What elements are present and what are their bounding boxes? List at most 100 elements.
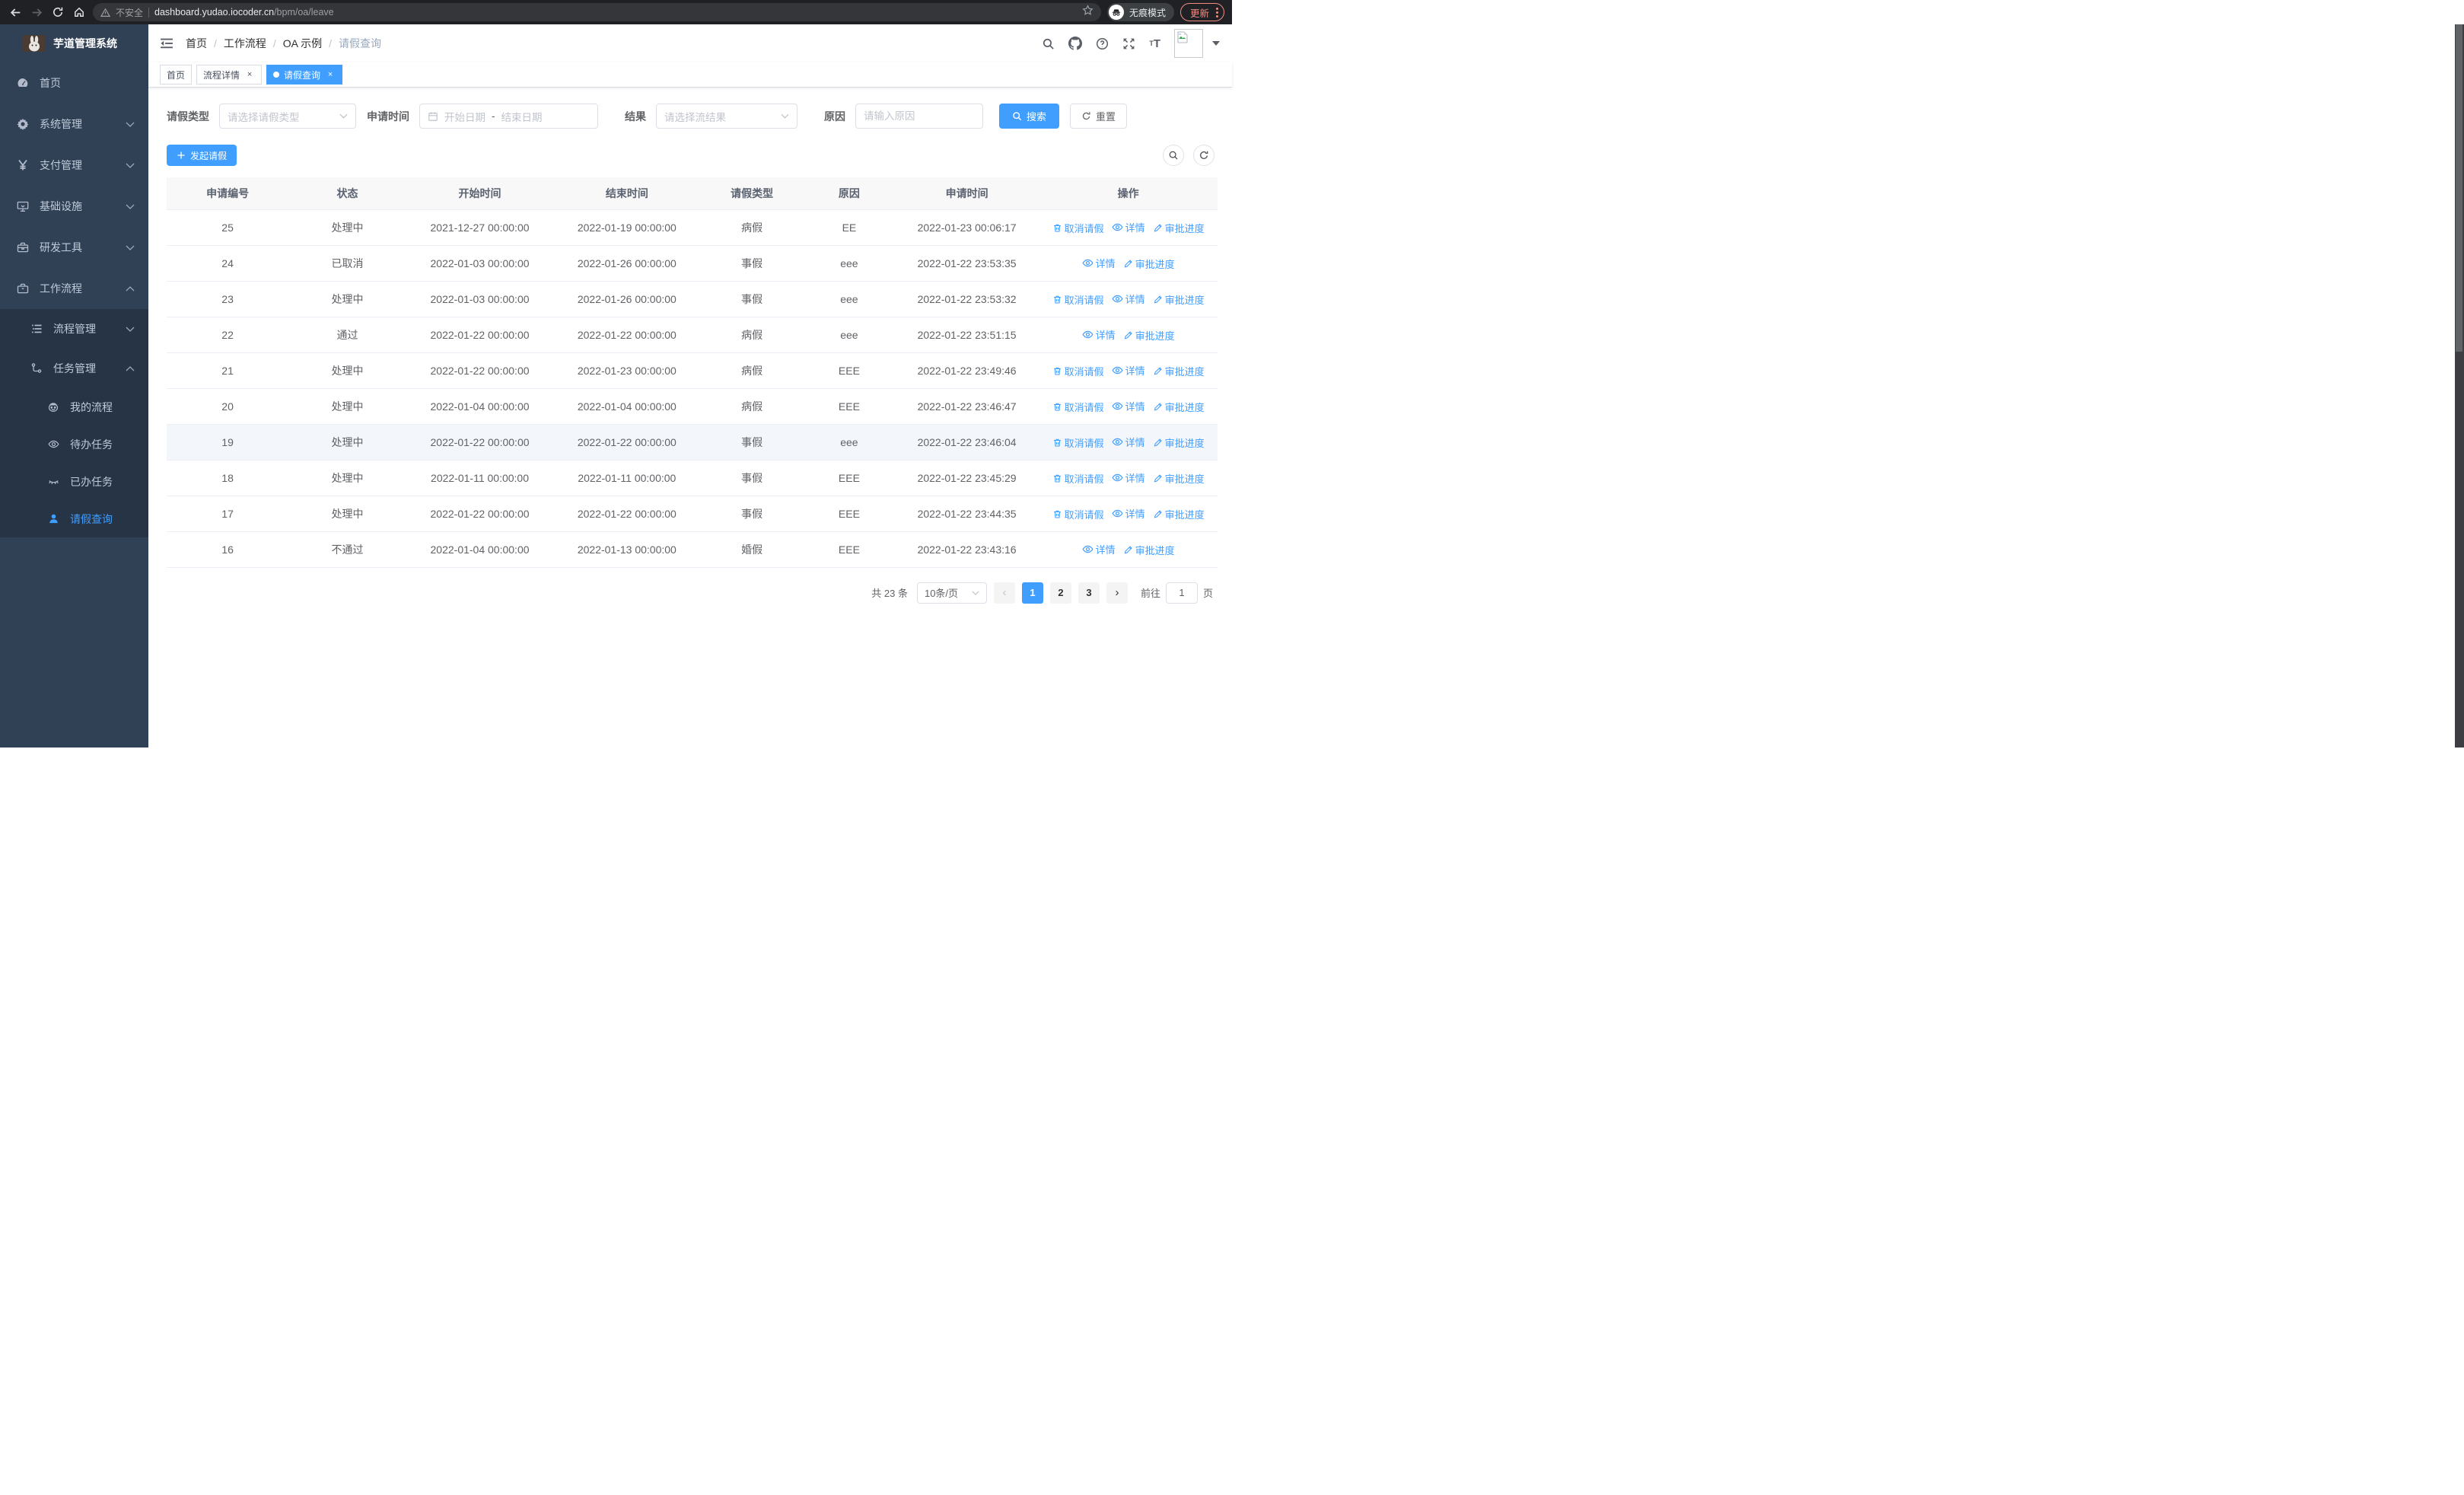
reset-button[interactable]: 重置	[1070, 104, 1128, 129]
leave-type-select[interactable]: 请选择请假类型	[219, 104, 356, 129]
url-text[interactable]: dashboard.yudao.iocoder.cn/bpm/oa/leave	[154, 7, 334, 18]
progress-link[interactable]: 审批进度	[1153, 435, 1205, 450]
breadcrumb-oa[interactable]: OA 示例	[283, 36, 322, 51]
cancel-link[interactable]: 取消请假	[1052, 364, 1104, 378]
browser-update-menu[interactable]: 更新	[1179, 3, 1224, 21]
trash-icon	[1052, 223, 1062, 233]
detail-link[interactable]: 详情	[1111, 292, 1145, 306]
sidebar-item-3[interactable]: 支付管理	[0, 145, 148, 186]
sidebar-toggle-icon[interactable]	[160, 37, 173, 50]
url-bar[interactable]: 不安全 dashboard.yudao.iocoder.cn/bpm/oa/le…	[93, 3, 1101, 21]
apply-time-range-picker[interactable]: 开始日期 - 结束日期	[419, 104, 598, 129]
table-body: 25 处理中 2021-12-27 00:00:00 2022-01-19 00:00…	[167, 209, 1218, 568]
col-header: 申请编号	[167, 177, 289, 210]
detail-link[interactable]: 详情	[1111, 363, 1145, 378]
detail-link[interactable]: 详情	[1081, 542, 1116, 556]
detail-link[interactable]: 详情	[1111, 506, 1145, 521]
cancel-link[interactable]: 取消请假	[1052, 221, 1104, 235]
cancel-link[interactable]: 取消请假	[1052, 292, 1104, 307]
github-icon[interactable]	[1068, 37, 1083, 50]
avatar-caret-icon[interactable]	[1212, 41, 1220, 46]
search-icon[interactable]	[1042, 37, 1055, 50]
prev-page-button[interactable]: ‹	[993, 582, 1015, 604]
progress-link[interactable]: 审批进度	[1153, 471, 1205, 486]
page-button-3[interactable]: 3	[1078, 582, 1100, 604]
result-select[interactable]: 请选择流结果	[656, 104, 797, 129]
tab-1[interactable]: 首页	[160, 65, 193, 84]
browser-forward-icon[interactable]	[29, 5, 44, 20]
scrollbar-thumb[interactable]	[2456, 24, 2462, 352]
security-warning-icon[interactable]	[100, 8, 110, 18]
row-actions: 取消请假 详情 审批进度	[1039, 281, 1218, 317]
cancel-link[interactable]: 取消请假	[1052, 400, 1104, 414]
progress-link[interactable]: 审批进度	[1153, 507, 1205, 521]
page-unit-label: 页	[1202, 588, 1213, 599]
leave-table: 申请编号 状态 开始时间 结束时间 请假类型 原因 申请时间 操作 25 处理中 2021-12-…	[167, 177, 1218, 568]
browser-refresh-icon[interactable]	[50, 5, 65, 20]
next-page-button[interactable]: ›	[1106, 582, 1128, 604]
detail-link[interactable]: 详情	[1111, 470, 1145, 485]
tab-2[interactable]: 流程详情 ×	[196, 65, 263, 84]
progress-link[interactable]: 审批进度	[1123, 543, 1175, 557]
page-button-1[interactable]: 1	[1021, 582, 1043, 604]
bookmark-star-icon[interactable]	[1082, 5, 1094, 20]
sidebar-item-5[interactable]: 研发工具	[0, 227, 148, 268]
tab-close-icon[interactable]: ×	[244, 69, 255, 80]
detail-link[interactable]: 详情	[1081, 327, 1116, 342]
sidebar-item-7[interactable]: 流程管理	[0, 309, 148, 349]
detail-link[interactable]: 详情	[1081, 256, 1116, 270]
eye-icon	[1081, 257, 1094, 269]
sidebar-item-11[interactable]: 已办任务	[0, 463, 148, 500]
sidebar-item-10[interactable]: 待办任务	[0, 426, 148, 463]
cancel-link[interactable]: 取消请假	[1052, 435, 1104, 450]
page-scrollbar[interactable]	[2455, 24, 2464, 748]
progress-link[interactable]: 审批进度	[1123, 257, 1175, 271]
page-size-select[interactable]: 10条/页	[916, 582, 987, 604]
sidebar-item-2[interactable]: 系统管理	[0, 104, 148, 145]
app-logo[interactable]: 芋道管理系统	[0, 24, 148, 62]
browser-home-icon[interactable]	[72, 5, 87, 20]
progress-link[interactable]: 审批进度	[1123, 328, 1175, 343]
table-row: 17 处理中 2022-01-22 00:00:00 2022-01-22 00:00…	[167, 496, 1218, 532]
user-avatar[interactable]	[1174, 29, 1203, 58]
create-leave-button[interactable]: 发起请假	[167, 145, 237, 166]
sidebar-item-8[interactable]: 任务管理	[0, 349, 148, 388]
cancel-link[interactable]: 取消请假	[1052, 471, 1104, 486]
reason-input[interactable]	[864, 110, 975, 122]
tab-3[interactable]: 请假查询 ×	[266, 65, 343, 84]
help-icon[interactable]	[1096, 37, 1109, 50]
progress-link[interactable]: 审批进度	[1153, 221, 1205, 235]
progress-link[interactable]: 审批进度	[1153, 292, 1205, 307]
sidebar-item-6[interactable]: 工作流程	[0, 268, 148, 309]
detail-link[interactable]: 详情	[1111, 220, 1145, 234]
url-divider	[148, 7, 150, 18]
browser-back-icon[interactable]	[8, 5, 23, 20]
row-actions: 取消请假 详情 审批进度	[1039, 424, 1218, 461]
sidebar-item-1[interactable]: 首页	[0, 62, 148, 104]
row-actions: 取消请假 详情 审批进度	[1039, 352, 1218, 389]
progress-link[interactable]: 审批进度	[1153, 364, 1205, 378]
table-header-row: 申请编号 状态 开始时间 结束时间 请假类型 原因 申请时间 操作	[167, 177, 1218, 210]
table-refresh-icon[interactable]	[1193, 145, 1214, 166]
detail-link[interactable]: 详情	[1111, 399, 1145, 413]
sidebar-item-12[interactable]: 请假查询	[0, 500, 148, 537]
table-search-toggle-icon[interactable]	[1163, 145, 1184, 166]
sidebar-item-9[interactable]: 我的流程	[0, 388, 148, 426]
goto-page-input[interactable]	[1165, 582, 1198, 604]
chevron-down-icon	[126, 122, 135, 127]
font-size-icon[interactable]: TT	[1149, 38, 1160, 49]
tab-close-icon[interactable]: ×	[325, 69, 336, 80]
cancel-link[interactable]: 取消请假	[1052, 507, 1104, 521]
progress-link[interactable]: 审批进度	[1153, 400, 1205, 414]
fullscreen-icon[interactable]	[1122, 37, 1135, 50]
detail-link[interactable]: 详情	[1111, 435, 1145, 449]
security-label[interactable]: 不安全	[116, 6, 143, 19]
browser-menu-icon[interactable]	[1216, 7, 1218, 18]
sidebar-item-4[interactable]: 基础设施	[0, 186, 148, 227]
breadcrumb-workflow[interactable]: 工作流程	[224, 36, 266, 51]
update-label[interactable]: 更新	[1190, 5, 1209, 20]
sidebar-item-label: 基础设施	[40, 200, 82, 212]
page-button-2[interactable]: 2	[1049, 582, 1071, 604]
breadcrumb-home[interactable]: 首页	[186, 36, 207, 51]
search-button[interactable]: 搜索	[999, 104, 1060, 129]
